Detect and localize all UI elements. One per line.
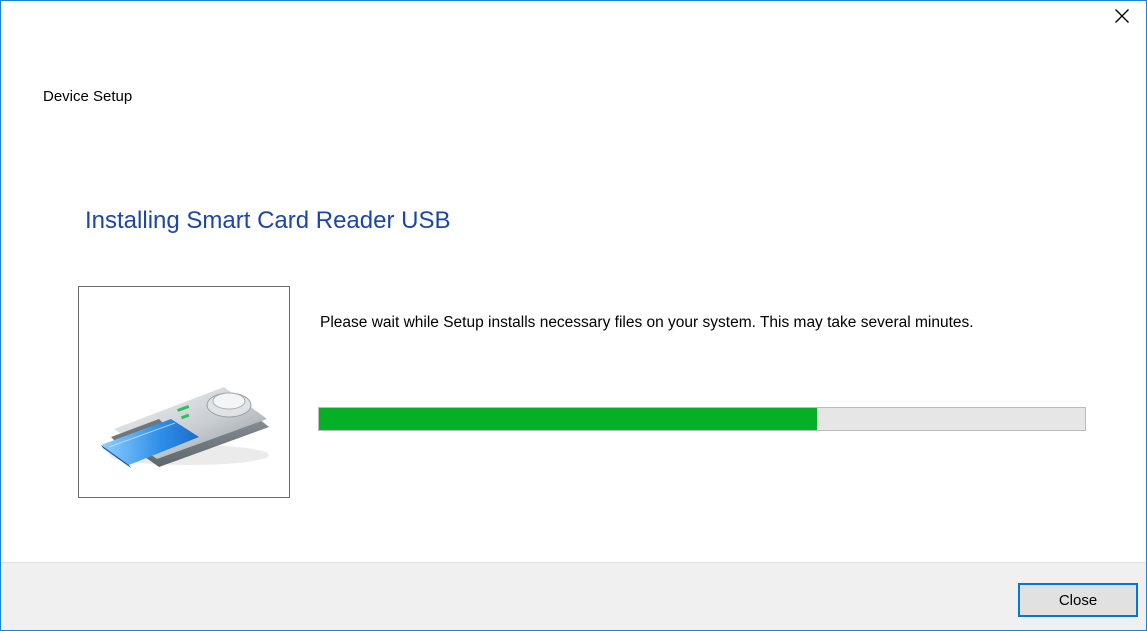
install-progress-fill (319, 408, 817, 430)
install-message: Please wait while Setup installs necessa… (320, 314, 974, 331)
device-image-frame (78, 286, 290, 498)
close-x-icon (1115, 9, 1129, 23)
dialog-footer (1, 562, 1146, 630)
close-button[interactable]: Close (1018, 583, 1138, 617)
install-progress-bar (318, 407, 1086, 431)
close-window-icon[interactable] (1100, 1, 1144, 31)
smart-card-reader-icon (101, 387, 269, 468)
device-setup-dialog: Device Setup Installing Smart Card Reade… (0, 0, 1147, 631)
installation-heading: Installing Smart Card Reader USB (85, 207, 451, 234)
window-title: Device Setup (43, 88, 133, 105)
